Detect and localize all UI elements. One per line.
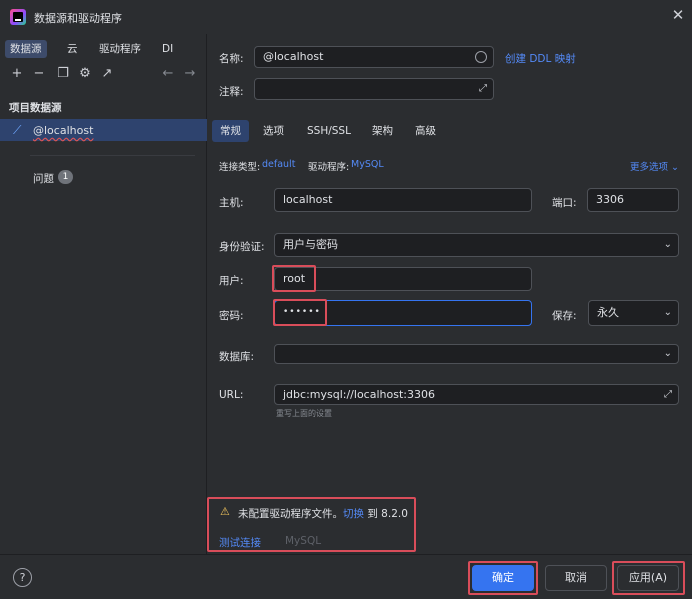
name-value: @localhost xyxy=(263,50,324,63)
auth-label: 身份验证: xyxy=(219,241,265,253)
url-value: jdbc:mysql://localhost:3306 xyxy=(283,388,435,401)
tab-advanced[interactable]: 高级 xyxy=(407,120,444,142)
datasource-name[interactable]: @localhost xyxy=(33,124,93,137)
tab-drivers[interactable]: 驱动程序 xyxy=(94,40,146,58)
url-hint: 重写上面的设置 xyxy=(276,409,332,418)
driver-value[interactable]: MySQL xyxy=(351,159,384,170)
color-circle-icon[interactable] xyxy=(475,51,487,63)
database-label: 数据库: xyxy=(219,351,255,363)
tab-general[interactable]: 常规 xyxy=(212,120,249,142)
test-connection-link[interactable]: 测试连接 xyxy=(219,535,261,550)
expand-icon[interactable]: ⤢ xyxy=(664,385,672,404)
warning-text: 未配置驱动程序文件。切换 到 8.2.0 xyxy=(238,506,408,521)
tab-schema[interactable]: 架构 xyxy=(364,120,401,142)
chevron-down-icon: ⌄ xyxy=(663,348,672,359)
save-value: 永久 xyxy=(597,306,619,319)
chevron-down-icon: ⌄ xyxy=(663,307,672,318)
forward-arrow-icon[interactable]: → xyxy=(182,66,198,82)
gear-icon[interactable]: ⚙ xyxy=(77,66,93,82)
ok-highlight xyxy=(468,561,538,595)
password-highlight xyxy=(273,299,327,326)
connection-type-label: 连接类型: xyxy=(219,162,261,173)
divider xyxy=(30,155,195,156)
save-label: 保存: xyxy=(552,310,577,322)
auth-value: 用户与密码 xyxy=(283,238,338,251)
back-arrow-icon[interactable]: ← xyxy=(160,66,176,82)
name-field[interactable]: @localhost xyxy=(254,46,494,68)
help-icon[interactable]: ? xyxy=(13,568,32,587)
app-icon xyxy=(10,9,26,25)
save-select[interactable]: 永久 ⌄ xyxy=(588,300,679,326)
tab-ddl[interactable]: DI xyxy=(157,40,178,58)
close-icon[interactable]: ✕ xyxy=(670,7,686,23)
port-label: 端口: xyxy=(552,197,577,209)
database-select[interactable]: ⌄ xyxy=(274,344,679,364)
copy-icon[interactable]: ❐ xyxy=(55,66,71,82)
open-external-icon[interactable]: ↗ xyxy=(99,66,115,82)
port-field[interactable]: 3306 xyxy=(587,188,679,212)
switch-suffix: 到 8.2.0 xyxy=(367,508,408,520)
create-ddl-link[interactable]: 创建 DDL 映射 xyxy=(505,51,576,66)
name-label: 名称: xyxy=(219,53,244,65)
url-label: URL: xyxy=(219,389,244,401)
warning-icon: ⚠ xyxy=(220,505,230,518)
switch-link[interactable]: 切换 xyxy=(343,508,364,520)
more-options-link[interactable]: 更多选项 ⌄ xyxy=(630,159,679,173)
problems-count-badge: 1 xyxy=(58,170,73,184)
section-label: 项目数据源 xyxy=(9,102,62,114)
add-icon[interactable]: + xyxy=(9,66,25,82)
host-label: 主机: xyxy=(219,197,244,209)
tab-ssh-ssl[interactable]: SSH/SSL xyxy=(299,120,359,142)
auth-select[interactable]: 用户与密码 ⌄ xyxy=(274,233,679,257)
expand-icon[interactable]: ⤢ xyxy=(479,79,487,99)
driver-name-label: MySQL xyxy=(285,535,322,547)
remove-icon[interactable]: − xyxy=(31,66,47,82)
tab-datasources[interactable]: 数据源 xyxy=(5,40,47,58)
problems-label[interactable]: 问题 xyxy=(33,171,54,186)
comment-label: 注释: xyxy=(219,86,244,98)
chevron-down-icon: ⌄ xyxy=(663,239,672,250)
more-options-label: 更多选项 xyxy=(630,162,669,173)
right-panel xyxy=(208,34,692,554)
password-label: 密码: xyxy=(219,310,244,322)
user-label: 用户: xyxy=(219,275,244,287)
tab-cloud[interactable]: 云 xyxy=(62,40,83,58)
user-highlight xyxy=(272,265,316,292)
chevron-down-icon: ⌄ xyxy=(671,162,680,173)
host-field[interactable]: localhost xyxy=(274,188,532,212)
cancel-button[interactable]: 取消 xyxy=(545,565,607,591)
driver-label: 驱动程序: xyxy=(308,162,350,173)
connection-type-value[interactable]: default xyxy=(262,159,295,170)
datasource-row[interactable] xyxy=(0,119,207,141)
mysql-icon: ⟋ xyxy=(13,123,22,137)
url-field[interactable]: jdbc:mysql://localhost:3306 ⤢ xyxy=(274,384,679,405)
apply-highlight xyxy=(612,561,685,595)
tab-options[interactable]: 选项 xyxy=(255,120,292,142)
comment-field[interactable]: ⤢ xyxy=(254,78,494,100)
warning-message: 未配置驱动程序文件。 xyxy=(238,508,343,520)
window-title: 数据源和驱动程序 xyxy=(34,12,122,25)
